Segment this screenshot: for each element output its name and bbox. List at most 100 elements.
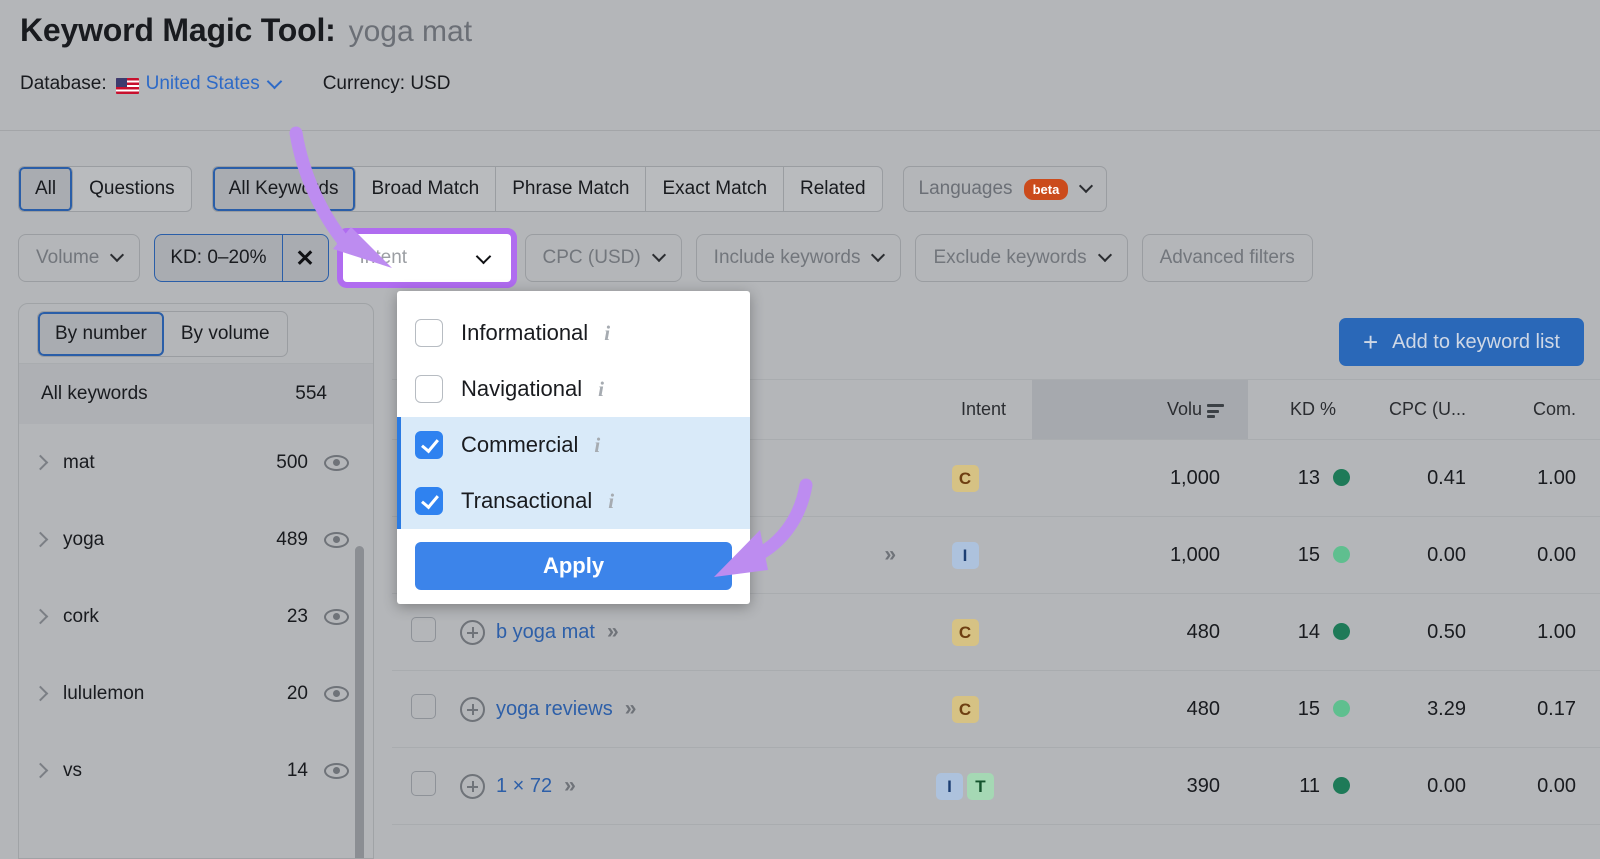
keyword-cell-inner: yoga reviews »: [460, 696, 894, 722]
add-keyword-icon[interactable]: [460, 773, 485, 799]
row-checkbox-cell[interactable]: [392, 593, 454, 671]
info-icon[interactable]: i: [608, 489, 614, 514]
sidebar-scrollbar[interactable]: [355, 546, 364, 858]
row-checkbox[interactable]: [410, 616, 436, 642]
table-row[interactable]: b yoga mat » C 480 14 0.50 1.00: [392, 593, 1600, 671]
chevron-right-icon[interactable]: [32, 762, 49, 779]
chevron-right-icon[interactable]: [32, 454, 49, 471]
plus-icon: +: [1362, 326, 1379, 357]
eye-icon[interactable]: [324, 531, 349, 548]
chevron-right-icon[interactable]: [32, 608, 49, 625]
expand-icon[interactable]: »: [625, 697, 637, 721]
chevron-down-icon[interactable]: [266, 73, 282, 89]
row-checkbox-cell[interactable]: [392, 670, 454, 748]
row-cpc-cell: 3.29: [1360, 670, 1490, 748]
info-icon[interactable]: i: [598, 377, 604, 402]
row-kd-cell: 13: [1248, 439, 1360, 517]
checkbox-unchecked-icon[interactable]: [415, 375, 443, 403]
intent-filter[interactable]: Intent: [342, 234, 511, 282]
keyword-link[interactable]: 1 × 72: [496, 775, 552, 798]
col-intent[interactable]: Intent: [894, 379, 1032, 440]
intent-tag-commercial: C: [951, 695, 979, 723]
tab-questions[interactable]: Questions: [73, 167, 191, 211]
tab-all-keywords[interactable]: All Keywords: [212, 167, 356, 211]
intent-option-transactional[interactable]: Transactional i: [397, 473, 750, 529]
cpc-filter-label: CPC (USD): [542, 247, 641, 268]
sidebar-item-vs[interactable]: vs 14: [19, 732, 373, 809]
tab-exact-match[interactable]: Exact Match: [646, 167, 785, 211]
sidebar-item-all-keywords[interactable]: All keywords 554: [19, 364, 373, 424]
advanced-filters-label: Advanced filters: [1159, 247, 1295, 268]
add-keyword-icon[interactable]: [460, 619, 485, 645]
keyword-link[interactable]: yoga reviews: [496, 698, 613, 721]
cpc-filter[interactable]: CPC (USD): [524, 234, 682, 282]
row-keyword-cell[interactable]: b yoga mat »: [454, 593, 894, 671]
col-kd[interactable]: KD %: [1248, 379, 1360, 440]
sidebar-item-lululemon[interactable]: lululemon 20: [19, 655, 373, 732]
tab-all[interactable]: All: [19, 167, 74, 211]
row-keyword-cell[interactable]: yoga reviews »: [454, 670, 894, 748]
keyword-magic-tool-page: Keyword Magic Tool: yoga mat Database: U…: [0, 0, 1600, 859]
checkbox-checked-icon[interactable]: [415, 431, 443, 459]
col-com[interactable]: Com.: [1490, 379, 1600, 440]
col-volume[interactable]: Volu: [1032, 379, 1248, 440]
intent-option-commercial[interactable]: Commercial i: [397, 417, 750, 473]
apply-button[interactable]: Apply: [415, 542, 732, 590]
checkbox-unchecked-icon[interactable]: [415, 319, 443, 347]
tab-phrase-match[interactable]: Phrase Match: [496, 167, 647, 211]
exclude-keywords-filter[interactable]: Exclude keywords: [915, 234, 1128, 282]
col-cpc[interactable]: CPC (U...: [1360, 379, 1490, 440]
keyword-link[interactable]: b yoga mat: [496, 621, 595, 644]
row-com-cell: 1.00: [1490, 439, 1600, 517]
close-icon[interactable]: ✕: [281, 235, 328, 281]
volume-filter[interactable]: Volume: [18, 234, 141, 282]
page-title: Keyword Magic Tool: yoga mat: [20, 12, 472, 49]
include-keywords-filter[interactable]: Include keywords: [695, 234, 902, 282]
chevron-right-icon[interactable]: [32, 685, 49, 702]
eye-icon[interactable]: [324, 685, 349, 702]
sidebar-item-label: cork: [63, 605, 99, 627]
sidebar-item-mat[interactable]: mat 500: [19, 424, 373, 501]
sidebar-item-count: 500: [276, 451, 308, 473]
row-volume-cell: 480: [1032, 593, 1248, 671]
kd-filter-chip[interactable]: KD: 0–20% ✕: [154, 234, 329, 282]
chevron-right-icon[interactable]: [32, 531, 49, 548]
info-icon[interactable]: i: [604, 321, 610, 346]
row-checkbox[interactable]: [410, 693, 436, 719]
keyword-cell-inner: b yoga mat »: [460, 619, 894, 645]
expand-icon[interactable]: »: [564, 774, 576, 798]
sidebar-toggle-header: By number By volume: [19, 304, 373, 364]
row-keyword-cell[interactable]: 1 × 72 »: [454, 747, 894, 825]
row-volume-cell: 1,000: [1032, 439, 1248, 517]
kd-filter-label: KD: 0–20%: [170, 247, 267, 268]
table-row[interactable]: yoga reviews » C 480 15 3.29 0.17: [392, 670, 1600, 748]
intent-option-navigational[interactable]: Navigational i: [397, 361, 750, 417]
row-kd-value: 14: [1297, 620, 1320, 643]
sidebar-toggle-by-number[interactable]: By number: [38, 311, 164, 356]
chevron-down-icon: [871, 247, 886, 263]
row-cpc-cell: 0.00: [1360, 516, 1490, 594]
intent-option-informational[interactable]: Informational i: [397, 305, 750, 361]
table-row[interactable]: 1 × 72 » IT 390 11 0.00 0.00: [392, 747, 1600, 825]
add-keyword-icon[interactable]: [460, 696, 485, 722]
kd-dot-icon: [1333, 699, 1350, 717]
add-to-keyword-list-button[interactable]: + Add to keyword list: [1338, 318, 1584, 366]
info-icon[interactable]: i: [594, 433, 600, 458]
tab-related[interactable]: Related: [784, 167, 882, 211]
sidebar-toggle-by-volume[interactable]: By volume: [164, 312, 287, 356]
tab-broad-match[interactable]: Broad Match: [356, 167, 497, 211]
expand-icon[interactable]: »: [884, 543, 896, 567]
sidebar-item-yoga[interactable]: yoga 489: [19, 501, 373, 578]
expand-icon[interactable]: »: [607, 620, 619, 644]
database-value[interactable]: United States: [146, 73, 260, 95]
languages-filter[interactable]: Languages beta: [902, 166, 1108, 212]
add-to-keyword-list-label: Add to keyword list: [1392, 330, 1560, 353]
eye-icon[interactable]: [324, 762, 349, 779]
row-checkbox-cell[interactable]: [392, 747, 454, 825]
row-checkbox[interactable]: [410, 770, 436, 796]
eye-icon[interactable]: [324, 454, 349, 471]
eye-icon[interactable]: [324, 608, 349, 625]
advanced-filters[interactable]: Advanced filters: [1141, 234, 1313, 282]
checkbox-checked-icon[interactable]: [415, 487, 443, 515]
sidebar-item-cork[interactable]: cork 23: [19, 578, 373, 655]
